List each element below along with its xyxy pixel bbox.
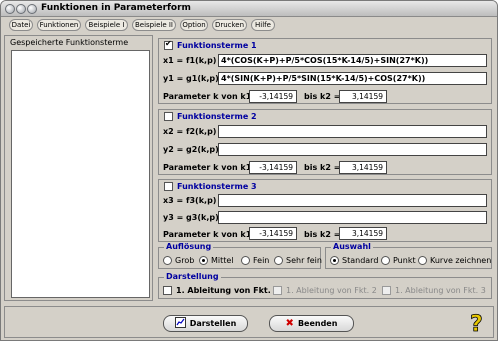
menu-beispiele-1[interactable]: Beispiele I: [85, 19, 128, 31]
quit-button[interactable]: ✖ Beenden: [269, 315, 354, 332]
k2-label-1: bis k2 =: [304, 92, 341, 101]
menu-hilfe[interactable]: Hilfe: [251, 19, 275, 31]
x3-label: x3 = f3(k,p) =: [163, 196, 226, 205]
x2-label: x2 = f2(k,p) =: [163, 127, 226, 136]
selection-group: Auswahl Standard Punkt Kurve zeichnen: [325, 242, 492, 269]
resolution-fein-label: Fein: [253, 256, 270, 265]
menu-beispiele-2[interactable]: Beispiele II: [132, 19, 176, 31]
x1-input[interactable]: 4*(COS(K+P)+P/5*COS(15*K-14/5)+SIN(27*K)…: [218, 54, 487, 67]
selection-punkt[interactable]: Punkt: [381, 256, 416, 265]
button-area: [4, 306, 494, 338]
resolution-grob[interactable]: Grob: [163, 256, 194, 265]
menu-bar: Datei Funktionen Beispiele I Beispiele I…: [3, 18, 495, 33]
derivative-2-label: 1. Ableitung von Fkt. 2: [286, 286, 377, 295]
selection-punkt-label: Punkt: [393, 256, 416, 265]
k2-label-3: bis k2 =: [304, 230, 341, 239]
window-title: Funktionen in Parameterform: [41, 3, 191, 13]
group-3-title: Funktionsterme 3: [177, 182, 257, 191]
k2-input-2[interactable]: 3,14159: [339, 161, 387, 174]
derivative-1-option[interactable]: 1. Ableitung von Fkt. 1: [163, 286, 279, 295]
selection-title: Auswahl: [333, 242, 371, 251]
menu-funktionen[interactable]: Funktionen: [37, 19, 81, 31]
help-icon[interactable]: ?: [467, 311, 491, 338]
y2-input[interactable]: [218, 143, 487, 156]
selection-standard[interactable]: Standard: [330, 256, 378, 265]
derivative-1-label: 1. Ableitung von Fkt. 1: [176, 286, 280, 295]
resolution-mittel-label: Mittel: [211, 256, 234, 265]
radio-selected-icon: [330, 256, 339, 265]
svg-text:?: ?: [470, 312, 483, 335]
k1-input-2[interactable]: -3,14159: [249, 161, 297, 174]
k2-label-2: bis k2 =: [304, 163, 341, 172]
radio-icon: [418, 256, 427, 265]
resolution-title: Auflösung: [166, 242, 212, 251]
selection-kurve-label: Kurve zeichnen: [430, 256, 492, 265]
function-group-2: Funktionsterme 2 x2 = f2(k,p) = y2 = g2(…: [158, 109, 492, 175]
title-bar: Funktionen in Parameterform: [1, 1, 497, 17]
group-2-title: Funktionsterme 2: [177, 112, 257, 121]
derivative-3-option[interactable]: 1. Ableitung von Fkt. 3: [382, 286, 486, 295]
derivative-3-label: 1. Ableitung von Fkt. 3: [395, 286, 486, 295]
display-group: Darstellung 1. Ableitung von Fkt. 1 1. A…: [158, 272, 492, 299]
selection-kurve[interactable]: Kurve zeichnen: [418, 256, 491, 265]
k1-input-3[interactable]: -3,14159: [249, 227, 297, 240]
display-title: Darstellung: [166, 272, 219, 281]
menu-datei[interactable]: Datei: [9, 19, 33, 31]
group-3-checkbox[interactable]: [164, 182, 173, 191]
k2-input-3[interactable]: 3,14159: [339, 227, 387, 240]
y1-input[interactable]: 4*(SIN(K+P)+P/5*SIN(15*K-14/5)+COS(27*K)…: [218, 72, 487, 85]
radio-icon: [274, 256, 283, 265]
resolution-sehr-fein-label: Sehr fein: [286, 256, 322, 265]
radio-selected-icon: [199, 256, 208, 265]
k1-input-1[interactable]: -3,14159: [249, 90, 297, 103]
radio-icon: [381, 256, 390, 265]
selection-standard-label: Standard: [342, 256, 379, 265]
zoom-icon[interactable]: [27, 4, 37, 14]
k-range-label-3: Parameter k von k1 =: [163, 230, 261, 239]
draw-button-label: Darstellen: [189, 319, 237, 328]
close-x-icon: ✖: [285, 318, 294, 329]
derivative-2-option[interactable]: 1. Ableitung von Fkt. 2: [273, 286, 377, 295]
close-icon[interactable]: [5, 4, 15, 14]
resolution-grob-label: Grob: [175, 256, 195, 265]
k2-input-1[interactable]: 3,14159: [339, 90, 387, 103]
saved-terms-title: Gespeicherte Funktionsterme: [10, 38, 129, 47]
minimize-icon[interactable]: [16, 4, 26, 14]
quit-button-label: Beenden: [297, 319, 338, 328]
resolution-group: Auflösung Grob Mittel Fein Sehr fein: [158, 242, 322, 269]
draw-button[interactable]: Darstellen: [163, 315, 248, 332]
x2-input[interactable]: [218, 125, 487, 138]
resolution-sehr-fein[interactable]: Sehr fein: [274, 256, 322, 265]
checkbox-icon: [382, 286, 391, 295]
k-range-label-1: Parameter k von k1 =: [163, 92, 261, 101]
y3-input[interactable]: [218, 211, 487, 224]
menu-option[interactable]: Option: [180, 19, 208, 31]
radio-icon: [241, 256, 250, 265]
main-window: Funktionen in Parameterform Datei Funkti…: [0, 0, 498, 341]
saved-terms-list[interactable]: [11, 50, 150, 298]
function-group-3: Funktionsterme 3 x3 = f3(k,p) = y3 = g3(…: [158, 179, 492, 242]
checkbox-icon: [273, 286, 282, 295]
chart-icon: [174, 317, 186, 330]
saved-terms-panel: Gespeicherte Funktionsterme: [4, 35, 153, 301]
group-2-checkbox[interactable]: [164, 112, 173, 121]
group-1-checkbox[interactable]: [164, 39, 173, 50]
x1-label: x1 = f1(k,p) =: [163, 56, 226, 65]
group-1-title: Funktionsterme 1: [177, 41, 257, 50]
function-group-1: Funktionsterme 1 x1 = f1(k,p) = 4*(COS(K…: [158, 38, 492, 104]
checkbox-icon: [163, 286, 172, 295]
resolution-mittel[interactable]: Mittel: [199, 256, 234, 265]
k-range-label-2: Parameter k von k1 =: [163, 163, 261, 172]
menu-drucken[interactable]: Drucken: [212, 19, 247, 31]
x3-input[interactable]: [218, 194, 487, 207]
resolution-fein[interactable]: Fein: [241, 256, 269, 265]
radio-icon: [163, 256, 172, 265]
